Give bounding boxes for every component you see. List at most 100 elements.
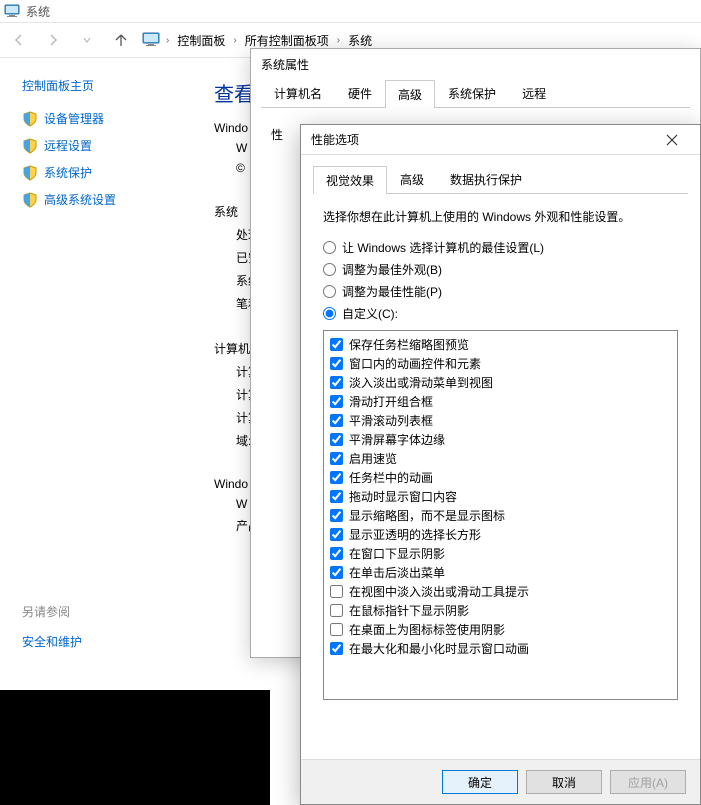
check-row[interactable]: 平滑滚动列表框 — [330, 411, 671, 430]
chevron-right-icon: › — [164, 35, 171, 46]
tab-dep[interactable]: 数据执行保护 — [437, 165, 535, 193]
check-row[interactable]: 任务栏中的动画 — [330, 468, 671, 487]
check-row[interactable]: 平滑屏幕字体边缘 — [330, 430, 671, 449]
forward-button[interactable] — [40, 27, 66, 53]
checkbox-input[interactable] — [330, 528, 343, 541]
check-row[interactable]: 保存任务栏缩略图预览 — [330, 335, 671, 354]
check-row[interactable]: 显示缩略图，而不是显示图标 — [330, 506, 671, 525]
checkbox-input[interactable] — [330, 585, 343, 598]
close-button[interactable] — [654, 128, 690, 152]
cancel-button[interactable]: 取消 — [526, 770, 602, 794]
checkbox-input[interactable] — [330, 509, 343, 522]
checkbox-input[interactable] — [330, 433, 343, 446]
checkbox-input[interactable] — [330, 471, 343, 484]
recent-dropdown[interactable] — [74, 27, 100, 53]
shield-icon — [22, 111, 38, 127]
checkbox-label: 在鼠标指针下显示阴影 — [349, 602, 469, 619]
checkbox-label: 启用速览 — [349, 450, 397, 467]
tab-remote[interactable]: 远程 — [509, 79, 559, 107]
sidebar-link-device-manager[interactable]: 设备管理器 — [22, 105, 190, 132]
checkbox-input[interactable] — [330, 338, 343, 351]
back-button[interactable] — [6, 27, 32, 53]
sidebar-link-label: 高级系统设置 — [44, 191, 116, 208]
check-row[interactable]: 在视图中淡入淡出或滑动工具提示 — [330, 582, 671, 601]
checkbox-label: 在单击后淡出菜单 — [349, 564, 445, 581]
radio-input[interactable] — [323, 241, 336, 254]
computer-icon — [142, 32, 160, 48]
tab-advanced[interactable]: 高级 — [387, 165, 437, 193]
dialog-title-text: 性能选项 — [311, 131, 359, 148]
dialog-body: 选择你想在此计算机上使用的 Windows 外观和性能设置。 让 Windows… — [301, 194, 700, 759]
see-also: 另请参阅 安全和维护 — [22, 603, 82, 655]
check-row[interactable]: 在窗口下显示阴影 — [330, 544, 671, 563]
checkbox-input[interactable] — [330, 357, 343, 370]
tab-hardware[interactable]: 硬件 — [335, 79, 385, 107]
checkbox-label: 淡入淡出或滑动菜单到视图 — [349, 374, 493, 391]
check-row[interactable]: 在鼠标指针下显示阴影 — [330, 601, 671, 620]
checkbox-input[interactable] — [330, 414, 343, 427]
chevron-right-icon: › — [335, 35, 342, 46]
radio-label: 自定义(C): — [342, 305, 398, 322]
checkbox-label: 显示亚透明的选择长方形 — [349, 526, 481, 543]
sidebar-link-label: 远程设置 — [44, 137, 92, 154]
checkbox-label: 拖动时显示窗口内容 — [349, 488, 457, 505]
check-row[interactable]: 在单击后淡出菜单 — [330, 563, 671, 582]
checkbox-input[interactable] — [330, 376, 343, 389]
radio-input[interactable] — [323, 307, 336, 320]
checkbox-input[interactable] — [330, 452, 343, 465]
checkbox-label: 在桌面上为图标标签使用阴影 — [349, 621, 505, 638]
checkbox-label: 保存任务栏缩略图预览 — [349, 336, 469, 353]
computer-icon — [4, 3, 20, 19]
radio-input[interactable] — [323, 263, 336, 276]
breadcrumb-item[interactable]: 控制面板 — [175, 30, 227, 51]
radio-let-windows-choose[interactable]: 让 Windows 选择计算机的最佳设置(L) — [323, 239, 678, 256]
checkbox-input[interactable] — [330, 395, 343, 408]
sidebar: 控制面板主页 设备管理器 远程设置 系统保护 高级系统设置 另请参阅 安全和维护 — [0, 58, 190, 213]
check-row[interactable]: 滑动打开组合框 — [330, 392, 671, 411]
radio-label: 调整为最佳外观(B) — [342, 261, 442, 278]
checkbox-input[interactable] — [330, 490, 343, 503]
dialog-titlebar[interactable]: 性能选项 — [301, 125, 700, 155]
radio-best-performance[interactable]: 调整为最佳性能(P) — [323, 283, 678, 300]
radio-custom[interactable]: 自定义(C): — [323, 305, 678, 322]
sidebar-link-advanced-settings[interactable]: 高级系统设置 — [22, 186, 190, 213]
tab-computer-name[interactable]: 计算机名 — [261, 79, 335, 107]
checkbox-label: 窗口内的动画控件和元素 — [349, 355, 481, 372]
check-row[interactable]: 启用速览 — [330, 449, 671, 468]
ok-button[interactable]: 确定 — [442, 770, 518, 794]
sidebar-link-system-protection[interactable]: 系统保护 — [22, 159, 190, 186]
check-row[interactable]: 拖动时显示窗口内容 — [330, 487, 671, 506]
checkbox-input[interactable] — [330, 547, 343, 560]
instruction-text: 选择你想在此计算机上使用的 Windows 外观和性能设置。 — [323, 208, 678, 225]
check-row[interactable]: 窗口内的动画控件和元素 — [330, 354, 671, 373]
tab-advanced[interactable]: 高级 — [385, 80, 435, 108]
chevron-right-icon: › — [231, 35, 238, 46]
check-row[interactable]: 显示亚透明的选择长方形 — [330, 525, 671, 544]
radio-input[interactable] — [323, 285, 336, 298]
see-also-link[interactable]: 安全和维护 — [22, 628, 82, 655]
checkbox-label: 显示缩略图，而不是显示图标 — [349, 507, 505, 524]
up-button[interactable] — [108, 27, 134, 53]
checkbox-label: 平滑滚动列表框 — [349, 412, 433, 429]
checkbox-input[interactable] — [330, 623, 343, 636]
apply-button[interactable]: 应用(A) — [610, 770, 686, 794]
check-row[interactable]: 淡入淡出或滑动菜单到视图 — [330, 373, 671, 392]
visual-effects-checklist[interactable]: 保存任务栏缩略图预览窗口内的动画控件和元素淡入淡出或滑动菜单到视图滑动打开组合框… — [323, 330, 678, 700]
tab-bar: 计算机名 硬件 高级 系统保护 远程 — [261, 79, 690, 108]
tab-visual-effects[interactable]: 视觉效果 — [313, 166, 387, 194]
tab-bar: 视觉效果 高级 数据执行保护 — [313, 165, 688, 194]
check-row[interactable]: 在桌面上为图标标签使用阴影 — [330, 620, 671, 639]
check-row[interactable]: 在最大化和最小化时显示窗口动画 — [330, 639, 671, 658]
sidebar-link-label: 系统保护 — [44, 164, 92, 181]
sidebar-home-link[interactable]: 控制面板主页 — [22, 72, 190, 99]
checkbox-input[interactable] — [330, 604, 343, 617]
radio-best-appearance[interactable]: 调整为最佳外观(B) — [323, 261, 678, 278]
checkbox-input[interactable] — [330, 566, 343, 579]
performance-options-dialog: 性能选项 视觉效果 高级 数据执行保护 选择你想在此计算机上使用的 Window… — [300, 124, 701, 805]
checkbox-label: 在最大化和最小化时显示窗口动画 — [349, 640, 529, 657]
checkbox-label: 平滑屏幕字体边缘 — [349, 431, 445, 448]
window-title: 系统 — [26, 3, 50, 20]
checkbox-input[interactable] — [330, 642, 343, 655]
tab-system-protection[interactable]: 系统保护 — [435, 79, 509, 107]
sidebar-link-remote-settings[interactable]: 远程设置 — [22, 132, 190, 159]
